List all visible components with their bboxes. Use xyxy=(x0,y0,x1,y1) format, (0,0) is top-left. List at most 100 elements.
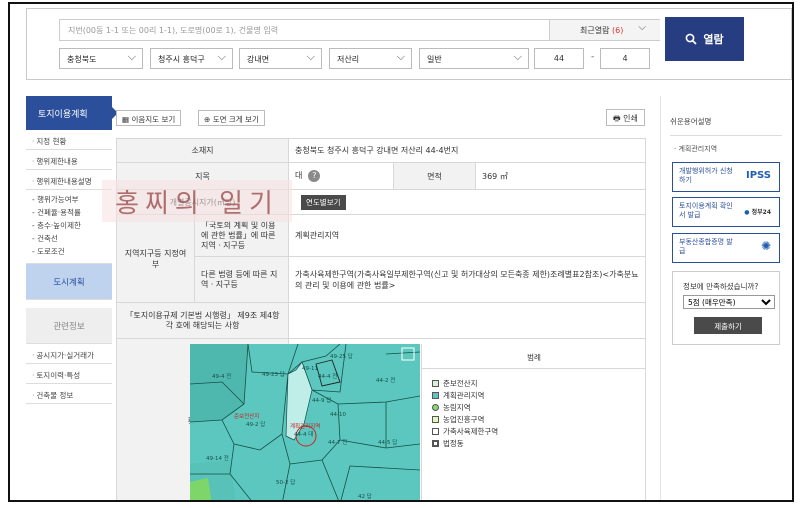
nav-item-status[interactable]: · 지정 현황 xyxy=(26,130,112,150)
parcel-label: 49-25 답 xyxy=(330,353,353,360)
nav-sub-item[interactable]: - 도로조건 xyxy=(32,246,112,259)
map-icon: ▦ xyxy=(122,115,130,124)
left-nav: 토지이용계획 · 지정 현황 · 행위제한내용 · 행위제한내용설명 - 행위가능여부… xyxy=(26,96,118,426)
area-label: 면적 xyxy=(393,162,476,190)
zoom-in-icon: ⊕ xyxy=(204,115,211,124)
province-select[interactable]: 충청북도 ⌵ xyxy=(59,48,143,69)
nav-item-building[interactable]: · 건축물 정보 xyxy=(26,384,112,404)
survey-question: 정보에 만족하셨습니까? xyxy=(683,282,759,291)
chevron-down-icon: ⌵ xyxy=(513,50,522,63)
parcel-label: 49-14 전 xyxy=(206,454,229,462)
nav-item-price[interactable]: · 공시지가·실거래가 xyxy=(26,344,112,364)
nav-sub-list: - 행위가능여부 - 건폐율·용적률 - 층수·높이제한 - 건축선 - 도로조… xyxy=(26,190,112,264)
zoom-map-button[interactable]: ⊕ 도면 크게 보기 xyxy=(198,110,265,126)
legend-swatch xyxy=(432,380,439,387)
nav-item-restriction-desc[interactable]: · 행위제한내용설명 xyxy=(26,170,112,190)
nav-item-history[interactable]: · 토지이력·특성 xyxy=(26,364,112,384)
legend-item: 가축사육제한구역 xyxy=(432,426,498,437)
jimok-label: 지목 xyxy=(116,162,289,190)
nav-item-label: 행위제한내용 xyxy=(36,157,78,166)
year-view-button[interactable]: 연도별보기 xyxy=(301,194,346,210)
address-search-input[interactable]: 지번(00동 1-1 또는 00리 1-1), 도로명(00로 1), 건물명 … xyxy=(59,19,660,41)
village-select[interactable]: 저산리 ⌵ xyxy=(329,48,412,69)
legend-label: 가축사육제한구역 xyxy=(443,427,499,436)
village-value: 저산리 xyxy=(337,55,360,64)
land-type-select[interactable]: 일반 ⌵ xyxy=(419,48,529,69)
nav-related-info: 관련정보 xyxy=(26,308,112,344)
city-select[interactable]: 청주시 흥덕구 ⌵ xyxy=(150,48,233,69)
parcel-label: 44-5 답 xyxy=(378,439,397,446)
parcel-label: 42 답 xyxy=(358,493,372,500)
open-button[interactable]: 열람 xyxy=(665,17,744,61)
nav-sub-item[interactable]: - 행위가능여부 xyxy=(32,194,112,207)
dev-permit-link[interactable]: 개발행위허가 신청하기 IPSS xyxy=(672,162,780,192)
table-row: 소재지 충청북도 청주시 흥덕구 강내면 저산리 44-4번지 xyxy=(116,138,646,163)
gov24-logo: ● 정부24 xyxy=(744,208,771,217)
act-label: 「토지이용규제 기본법 시행령」 제9조 제4항 각 호에 해당되는 사항 xyxy=(116,302,289,339)
parcel-label: 44-4 대 xyxy=(294,430,313,438)
chevron-down-icon: ⌵ xyxy=(638,22,646,33)
nav-item-label: 공시지가·실거래가 xyxy=(36,351,94,360)
law2-value: 가축사육제한구역(가축사육일부제한구역(신고 및 허가대상의 모든축종 제한)조… xyxy=(288,256,646,303)
price-cell: 연도별보기 xyxy=(288,189,646,215)
survey-rating-select[interactable]: 5점 (매우만족) xyxy=(683,295,775,309)
chevron-down-icon: ⌵ xyxy=(217,50,226,63)
nav-sub-label: 건폐율·용적률 xyxy=(37,208,81,217)
eum-map-button[interactable]: ▦ 이음지도 보기 xyxy=(116,110,182,126)
app-frame: 지번(00동 1-1 또는 00리 1-1), 도로명(00로 1), 건물명 … xyxy=(8,2,794,502)
certificate-label: 토지이용계획 확인서 발급 xyxy=(679,202,733,219)
parcel-label: 49-2 답 xyxy=(246,421,265,428)
legend-label: 계획관리지역 xyxy=(443,391,485,400)
road-zone-label: 준보전산지 xyxy=(234,412,259,420)
chevron-down-icon: ⌵ xyxy=(396,50,405,63)
law2-label: 다른 법령 등에 따른 지역ㆍ지구등 xyxy=(194,256,289,303)
help-icon[interactable]: ? xyxy=(308,170,321,182)
print-label: 인쇄 xyxy=(623,114,638,123)
nav-header[interactable]: 토지이용계획 xyxy=(26,96,118,130)
zone-label: 지역지구등 지정여부 xyxy=(116,214,195,303)
realestate-cert-link[interactable]: 부동산종합증명 발급 ✺ xyxy=(672,233,780,263)
survey-submit-button[interactable]: 제출하기 xyxy=(694,317,762,334)
cadastral-map: 49-25 답 49-23 답 49-4 전 49-11 44-4 전 44-9… xyxy=(190,344,420,500)
nav-item-restrictions[interactable]: · 행위제한내용 xyxy=(26,150,112,170)
nav-sub-label: 도로조건 xyxy=(37,247,65,256)
province-value: 충청북도 xyxy=(67,55,97,64)
plan-zone-label: 계획관리지역 xyxy=(290,422,320,430)
law1-value: 계획관리지역 xyxy=(288,214,646,257)
print-button[interactable]: 🖶 인쇄 xyxy=(606,109,645,126)
nav-sub-label: 행위가능여부 xyxy=(37,195,79,204)
table-row: 다른 법령 등에 따른 지역ㆍ지구등 가축사육제한구역(가축사육일부제한구역(신… xyxy=(117,256,646,303)
legend-item: 농림지역 xyxy=(432,402,471,413)
dev-permit-label: 개발행위허가 신청하기 xyxy=(679,167,733,184)
certificate-link[interactable]: 토지이용계획 확인서 발급 ● 정부24 xyxy=(672,197,780,227)
legend-divider xyxy=(422,368,646,369)
jimok-value: 대 xyxy=(295,171,303,180)
nav-city-plan[interactable]: 도시계획 xyxy=(26,264,112,300)
recent-label: 최근열람 xyxy=(580,26,610,35)
column-divider xyxy=(660,96,661,500)
legend-label: 준보전산지 xyxy=(443,379,478,388)
nav-item-label: 건축물 정보 xyxy=(36,391,74,400)
nav-sub-item[interactable]: - 층수·높이제한 xyxy=(32,220,112,233)
main-number-input[interactable]: 44 xyxy=(534,48,584,69)
parcel-label: 44-10 xyxy=(330,412,346,418)
nav-sub-item[interactable]: - 건축선 xyxy=(32,233,112,246)
legend-swatch xyxy=(432,392,439,399)
district-value: 강내면 xyxy=(247,55,270,64)
legend-label: 법정동 xyxy=(443,439,464,448)
parcel-label: 49-4 전 xyxy=(212,372,231,380)
legend-item: 계획관리지역 xyxy=(432,390,484,401)
gov24-label: 정부24 xyxy=(751,209,771,216)
nav-sub-item[interactable]: - 건폐율·용적률 xyxy=(32,207,112,220)
right-panel: 쉬운용어설명 · 계획관리지역 xyxy=(670,96,782,154)
table-row: 지역지구등 지정여부 「국토의 계획 및 이용에 관한 법률」에 따른 지역ㆍ지… xyxy=(116,214,646,303)
district-select[interactable]: 강내면 ⌵ xyxy=(239,48,322,69)
act-value xyxy=(288,302,646,339)
recent-views-dropdown[interactable]: 최근열람 (6) ⌵ xyxy=(549,20,660,40)
glossary-item[interactable]: · 계획관리지역 xyxy=(670,136,782,154)
legend-title: 범례 xyxy=(527,353,541,362)
city-value: 청주시 흥덕구 xyxy=(158,55,205,64)
eum-map-label: 이음지도 보기 xyxy=(131,115,176,124)
legend-swatch xyxy=(432,404,439,411)
sub-number-input[interactable]: 4 xyxy=(600,48,650,69)
